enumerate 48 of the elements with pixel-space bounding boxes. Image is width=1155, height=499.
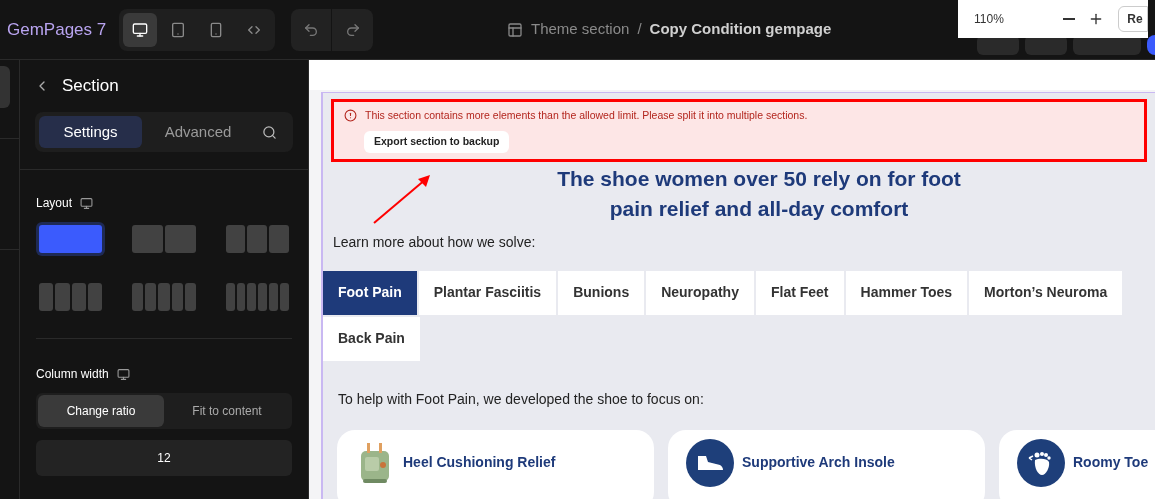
foot-icon <box>1017 438 1065 487</box>
section-heading: pain relief and all-day comfort <box>609 195 909 222</box>
tablet-icon <box>170 21 186 38</box>
panel-tab[interactable]: Advanced <box>142 116 254 148</box>
desktop-view-button[interactable] <box>123 12 157 47</box>
breadcrumb-link[interactable]: Theme section <box>531 18 630 41</box>
topic-tab[interactable]: Plantar Fasciitis <box>418 270 557 315</box>
layout-option[interactable] <box>36 222 106 256</box>
topic-tab[interactable]: Foot Pain <box>323 270 417 315</box>
card-title: Roomy Toe <box>1073 453 1149 473</box>
focus-text: To help with Foot Pain, we developed the shoe to focus on: <box>338 389 705 409</box>
shoe-icon <box>686 438 734 487</box>
desktop-icon <box>116 367 130 381</box>
page-title: Copy Condition gempage <box>649 19 832 40</box>
column-ratio-field[interactable]: 12 <box>36 440 292 476</box>
redo-icon <box>344 21 361 38</box>
undo-icon <box>303 21 319 38</box>
topic-tab[interactable]: Back Pain <box>323 316 420 361</box>
warning-icon <box>344 109 357 123</box>
error-message: This section contains more elements than the allowed limit. Please split it into multiple sections. <box>365 108 808 123</box>
topic-tab[interactable]: Neuropathy <box>646 270 754 315</box>
section-heading: The shoe women over 50 rely on for foot <box>557 165 961 192</box>
reset-button[interactable]: Re <box>1118 6 1148 32</box>
monitor-icon <box>132 21 148 38</box>
section-label: Layout <box>36 195 73 212</box>
topic-tab[interactable]: Bunions <box>558 270 645 315</box>
topic-tab[interactable]: Morton’s Neuroma <box>969 270 1123 315</box>
zoom-value: 110% <box>974 11 1005 28</box>
topic-tab[interactable]: Hammer Toes <box>845 270 968 315</box>
desktop-icon <box>80 196 94 210</box>
annotation-arrow <box>372 173 432 225</box>
segmented-option[interactable]: Fit to content <box>164 395 290 427</box>
phone-icon <box>208 21 224 38</box>
intro-text: Learn more about how we solve: <box>333 232 537 252</box>
minus-icon <box>1062 18 1075 20</box>
breadcrumb-separator: / <box>637 19 642 40</box>
app-name: GemPages 7 <box>7 18 108 41</box>
card-title: Supportive Arch Insole <box>742 453 895 473</box>
panel-title: Section <box>62 75 119 98</box>
topic-tab[interactable]: Flat Feet <box>755 270 844 315</box>
section-label: Column width <box>36 366 109 383</box>
search-icon[interactable] <box>262 124 277 140</box>
panel-tab[interactable]: Settings <box>39 116 142 148</box>
segmented-option[interactable]: Change ratio <box>38 395 164 427</box>
export-button[interactable]: Export section to backup <box>364 130 510 153</box>
card-title: Heel Cushioning Relief <box>403 453 556 473</box>
avatar[interactable] <box>1147 34 1155 55</box>
section-icon <box>507 21 523 38</box>
